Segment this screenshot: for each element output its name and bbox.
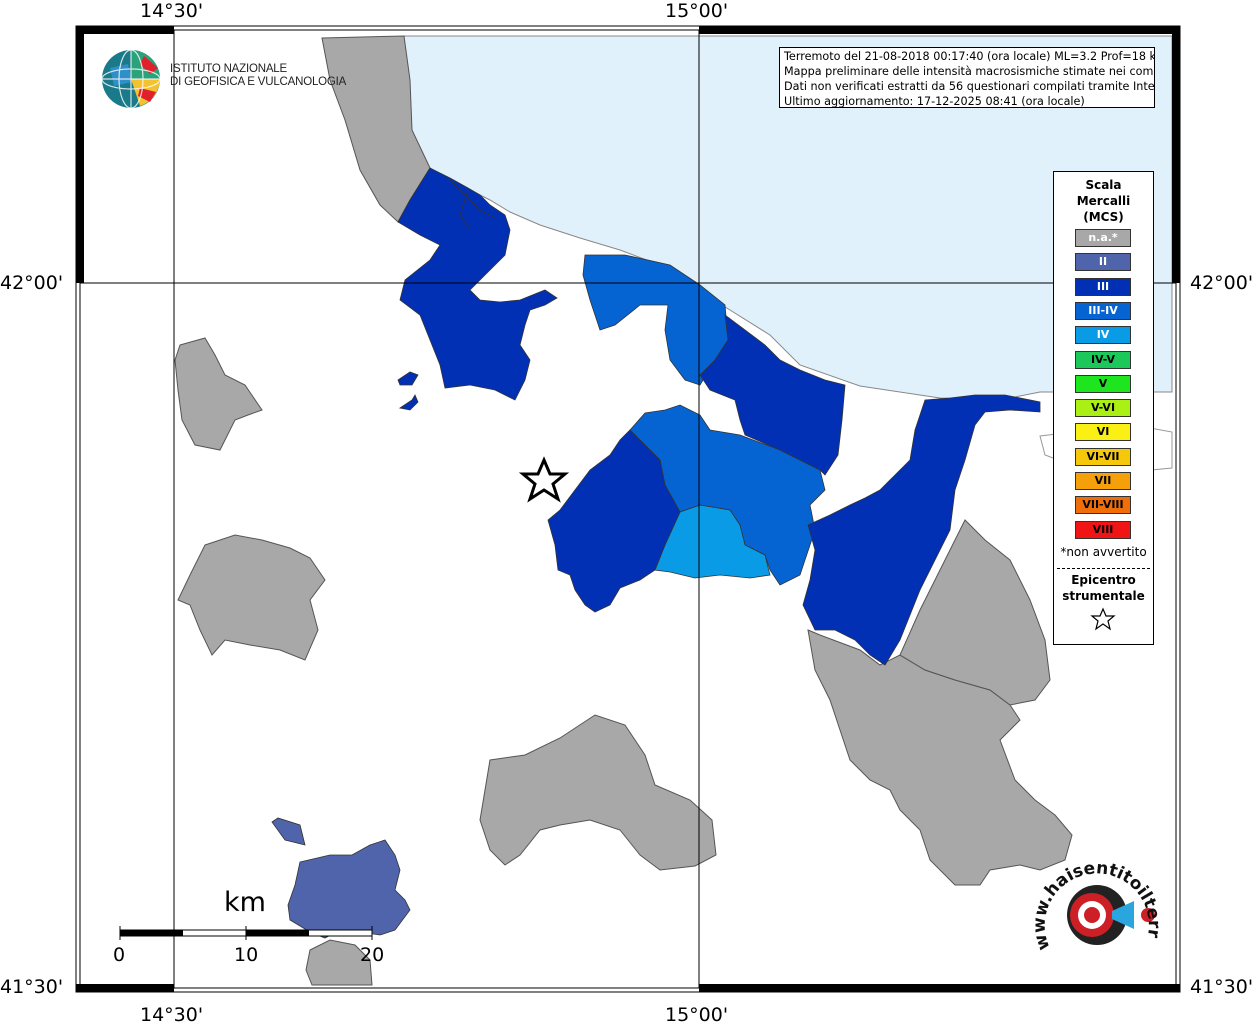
legend-item-12: VIII — [1075, 520, 1131, 539]
scale-tick-10: 10 — [234, 944, 259, 966]
mcs-legend: Scala Mercalli (MCS) n.a.* II III III-IV IV I… — [1053, 171, 1154, 645]
event-info-line-4: Ultimo aggiornamento: 17-12-2025 08:41 (… — [784, 95, 1085, 108]
legend-item-2: III — [1075, 277, 1131, 296]
scale-tick-20: 20 — [360, 944, 385, 966]
scale-tick-0: 0 — [113, 944, 126, 966]
legend-note: *non avvertito — [1060, 545, 1147, 559]
legend-item-10: VII — [1075, 472, 1131, 490]
hsit-logo-icon: www.haisentitoilterremoto.it — [1030, 843, 1164, 953]
ingv-globe-icon — [101, 49, 161, 109]
institute-line-1: ISTITUTO NAZIONALE — [170, 63, 287, 75]
lat-label-right-1: 42°00' — [1190, 272, 1254, 294]
legend-title: Scala Mercalli (MCS) — [1076, 178, 1131, 224]
event-info-box: Terremoto del 21-08-2018 00:17:40 (ora l… — [779, 47, 1155, 108]
legend-star-icon — [1090, 607, 1116, 631]
lon-label-bottom-1: 14°30' — [140, 1004, 204, 1026]
event-info-line-3: Dati non verificati estratti da 56 quest… — [784, 80, 1155, 93]
lon-label-bottom-2: 15°00' — [665, 1004, 729, 1026]
lon-label-top-2: 15°00' — [665, 0, 729, 22]
institute-name: ISTITUTO NAZIONALE DI GEOFISICA E VULCAN… — [170, 63, 346, 89]
legend-item-1: II — [1075, 253, 1131, 272]
legend-item-9: VI-VII — [1075, 447, 1131, 466]
legend-item-3: III-IV — [1075, 301, 1131, 320]
legend-item-0: n.a.* — [1075, 229, 1131, 247]
lon-label-top-1: 14°30' — [140, 0, 204, 22]
lat-label-right-2: 41°30' — [1190, 976, 1254, 998]
legend-divider — [1057, 568, 1150, 569]
institute-line-2: DI GEOFISICA E VULCANOLOGIA — [170, 76, 347, 88]
legend-item-5: IV-V — [1075, 350, 1131, 369]
scale-unit: km — [224, 887, 266, 918]
legend-item-11: VII-VIII — [1075, 496, 1131, 515]
legend-item-4: IV — [1075, 326, 1131, 345]
legend-item-7: V-VI — [1075, 399, 1131, 418]
legend-item-8: VI — [1075, 423, 1131, 442]
lat-label-left-1: 42°00' — [0, 272, 64, 294]
event-info-line-1: Terremoto del 21-08-2018 00:17:40 (ora l… — [784, 50, 1155, 63]
lat-label-left-2: 41°30' — [0, 976, 64, 998]
legend-item-6: V — [1075, 374, 1131, 393]
legend-epicenter-label: Epicentro strumentale — [1062, 573, 1145, 603]
event-info-line-2: Mappa preliminare delle intensità macros… — [784, 65, 1155, 78]
